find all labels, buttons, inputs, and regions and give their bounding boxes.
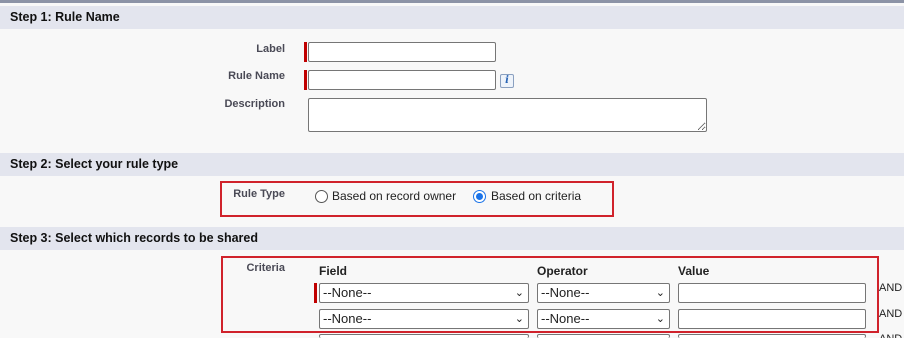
- operator-select-value: --None--: [541, 285, 590, 300]
- field-select[interactable]: --None-- ⌄: [319, 309, 529, 329]
- operator-select[interactable]: --None-- ⌄: [537, 309, 670, 329]
- description-field-label: Description: [224, 98, 285, 110]
- criteria-label: Criteria: [246, 262, 285, 274]
- radio-criteria[interactable]: [473, 190, 486, 203]
- radio-record-owner-label: Based on record owner: [332, 189, 457, 203]
- column-header-value: Value: [678, 264, 710, 278]
- rule-name-field-label: Rule Name: [228, 70, 285, 82]
- field-select-value: --None--: [323, 311, 372, 326]
- chevron-down-icon: ⌄: [655, 287, 665, 299]
- description-textarea[interactable]: [308, 98, 707, 132]
- column-header-field: Field: [319, 264, 348, 278]
- step2-header: Step 2: Select your rule type: [0, 153, 904, 176]
- label-input[interactable]: [308, 42, 496, 62]
- required-marker: [314, 283, 317, 303]
- value-input[interactable]: [678, 334, 866, 338]
- chevron-down-icon: ⌄: [514, 287, 524, 299]
- required-marker: [304, 70, 307, 90]
- field-select[interactable]: --None-- ⌄: [319, 283, 529, 303]
- required-marker: [304, 42, 307, 62]
- and-conjunction: AND: [879, 333, 902, 338]
- step1-header: Step 1: Rule Name: [0, 6, 904, 29]
- step3-header: Step 3: Select which records to be share…: [0, 227, 904, 250]
- field-select-value: --None--: [323, 285, 372, 300]
- operator-select[interactable]: [537, 334, 670, 338]
- operator-select[interactable]: --None-- ⌄: [537, 283, 670, 303]
- info-icon[interactable]: i: [500, 74, 514, 88]
- rule-type-label: Rule Type: [233, 188, 285, 200]
- chevron-down-icon: ⌄: [655, 313, 665, 325]
- value-input[interactable]: [678, 309, 866, 329]
- label-field-label: Label: [256, 43, 285, 55]
- radio-criteria-label: Based on criteria: [491, 189, 582, 203]
- rule-name-input[interactable]: [308, 70, 496, 90]
- and-conjunction: AND: [879, 282, 903, 294]
- column-header-operator: Operator: [537, 264, 588, 278]
- and-conjunction: AND: [879, 308, 903, 320]
- value-input[interactable]: [678, 283, 866, 303]
- radio-record-owner[interactable]: [315, 190, 328, 203]
- top-border: [0, 0, 904, 3]
- chevron-down-icon: ⌄: [514, 313, 524, 325]
- field-select[interactable]: [319, 334, 529, 338]
- operator-select-value: --None--: [541, 311, 590, 326]
